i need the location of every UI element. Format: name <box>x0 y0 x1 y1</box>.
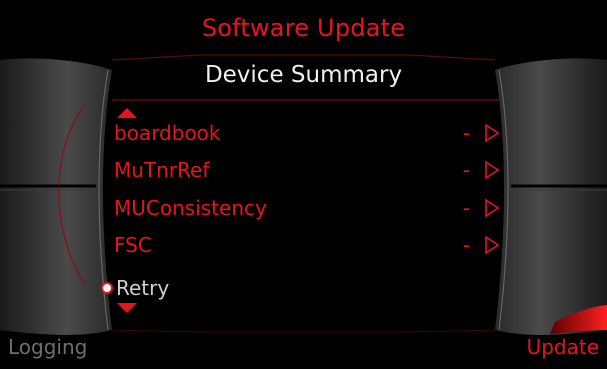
scroll-down-icon[interactable] <box>116 302 138 314</box>
play-outline-icon <box>485 198 500 218</box>
list-item-label: MuTnrRef <box>114 158 210 182</box>
list-item-label: MUConsistency <box>114 196 267 220</box>
list-item[interactable]: FSC - <box>114 228 504 262</box>
list-item[interactable]: MuTnrRef - <box>114 153 504 187</box>
list-item-value: - <box>462 196 470 220</box>
list-item[interactable]: MUConsistency - <box>114 191 504 225</box>
retry-label: Retry <box>116 276 170 300</box>
radio-circle-icon <box>101 282 113 294</box>
device-list: boardbook - MuTnrRef - MUConsistency - F… <box>0 0 607 369</box>
retry-button[interactable]: Retry <box>100 272 169 304</box>
list-item-label: boardbook <box>114 121 221 145</box>
list-item-value: - <box>462 158 470 182</box>
play-outline-icon <box>485 235 500 255</box>
list-item-value: - <box>462 121 470 145</box>
mmi-screen: Software Update Device Summary boardbook… <box>0 0 607 369</box>
play-outline-icon <box>485 123 500 143</box>
list-item-value: - <box>462 233 470 257</box>
update-softkey[interactable]: Update <box>527 335 599 359</box>
list-item-label: FSC <box>114 233 152 257</box>
logging-softkey[interactable]: Logging <box>8 335 87 359</box>
play-outline-icon <box>485 160 500 180</box>
list-item[interactable]: boardbook - <box>114 116 504 150</box>
